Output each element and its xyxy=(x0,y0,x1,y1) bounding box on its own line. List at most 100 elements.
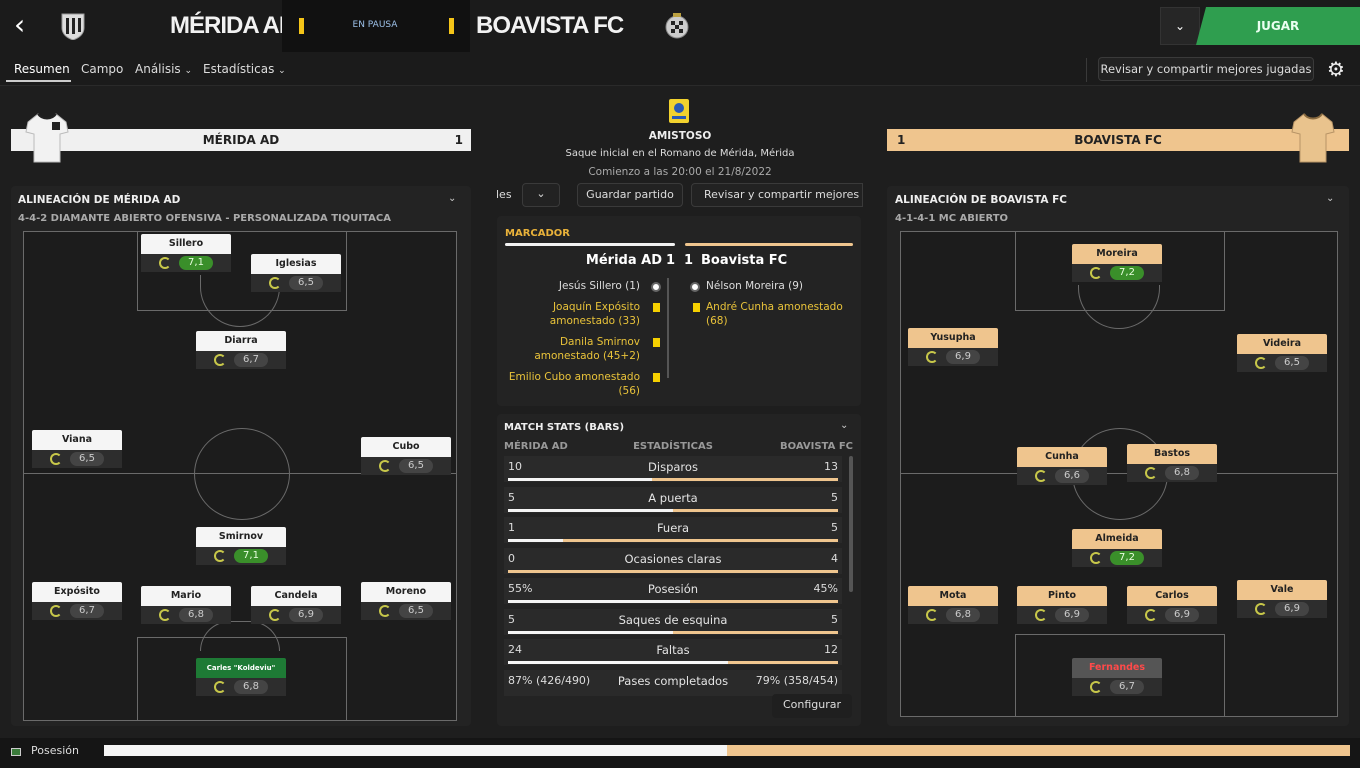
player-name: Pinto xyxy=(1017,586,1107,606)
player-card[interactable]: Fernandes 6,7 xyxy=(1072,658,1162,698)
player-card[interactable]: Mota 6,8 xyxy=(908,586,998,626)
stat-home-value: 0 xyxy=(508,551,515,565)
player-card[interactable]: Moreno 6,5 xyxy=(361,582,451,622)
gear-icon[interactable]: ⚙ xyxy=(1322,56,1350,82)
player-card[interactable]: Candela 6,9 xyxy=(251,586,341,626)
toolbar-truncated-label[interactable]: les xyxy=(496,188,512,201)
rating-value: 6,9 xyxy=(289,608,323,622)
stat-label: A puerta xyxy=(648,490,698,505)
stat-row: Faltas 24 12 xyxy=(504,639,842,665)
rating-value: 6,9 xyxy=(946,350,980,364)
home-event-goal: Jesús Sillero (1) xyxy=(558,280,640,292)
form-ring-icon xyxy=(926,351,938,363)
stat-row: Pases completados 87% (426/490) 79% (358/4… xyxy=(504,669,842,696)
rating-value: 7,1 xyxy=(179,256,213,270)
possession-icon xyxy=(11,748,21,756)
home-shirt-icon xyxy=(25,113,69,163)
player-card[interactable]: Cubo 6,5 xyxy=(361,437,451,477)
stats-scrollbar[interactable] xyxy=(849,456,853,592)
jugar-options-dropdown[interactable]: ⌄ xyxy=(1160,7,1200,45)
venue-text: Saque inicial en el Romano de Mérida, Mé… xyxy=(565,148,795,159)
rating-value: 6,6 xyxy=(1055,469,1089,483)
stat-home-bar xyxy=(508,539,564,542)
player-card[interactable]: Expósito 6,7 xyxy=(32,582,122,622)
player-card[interactable]: Moreira 7,2 xyxy=(1072,244,1162,284)
player-rating: 6,8 xyxy=(141,606,231,624)
player-card[interactable]: Sillero 7,1 xyxy=(141,234,231,274)
footer-home-bar xyxy=(104,745,727,756)
share-highlights-button[interactable]: Revisar y compartir mejores jugadas xyxy=(1098,57,1314,81)
rating-value: 6,9 xyxy=(1165,608,1199,622)
match-stats-title: MATCH STATS (BARS) xyxy=(504,422,625,433)
away-color-strip xyxy=(685,243,853,246)
player-card[interactable]: Smirnov 7,1 xyxy=(196,527,286,567)
away-formation: 4-1-4-1 MC ABIERTO xyxy=(895,213,1009,224)
stat-away-value: 4 xyxy=(831,551,838,565)
rating-value: 6,5 xyxy=(70,452,104,466)
stat-label: Saques de esquina xyxy=(618,612,728,627)
tab-resumen[interactable]: Resumen xyxy=(14,62,70,76)
stat-home-bar xyxy=(508,478,652,481)
tab-campo[interactable]: Campo xyxy=(81,62,123,76)
player-rating: 6,7 xyxy=(196,351,286,369)
player-rating: 6,9 xyxy=(251,606,341,624)
collapse-chevron-icon[interactable]: ⌄ xyxy=(840,420,848,431)
footer-away-bar xyxy=(727,745,1350,756)
boavista-crest-icon xyxy=(665,13,689,39)
score-home-name: Mérida AD xyxy=(585,253,662,268)
player-name: Diarra xyxy=(196,331,286,351)
player-name: Smirnov xyxy=(196,527,286,547)
player-name: Expósito xyxy=(32,582,122,602)
player-name: Vale xyxy=(1237,580,1327,600)
back-button[interactable]: ‹ xyxy=(14,11,40,40)
save-match-button[interactable]: Guardar partido xyxy=(577,183,683,207)
yellow-card-icon xyxy=(653,338,660,347)
player-card[interactable]: Pinto 6,9 xyxy=(1017,586,1107,626)
player-name: Moreno xyxy=(361,582,451,602)
player-card[interactable]: Diarra 6,7 xyxy=(196,331,286,371)
home-formation: 4-4-2 DIAMANTE ABIERTO OFENSIVA - PERSON… xyxy=(18,213,391,224)
form-ring-icon xyxy=(50,605,62,617)
player-card[interactable]: Iglesias 6,5 xyxy=(251,254,341,294)
player-card[interactable]: Vale 6,9 xyxy=(1237,580,1327,620)
events-divider xyxy=(667,278,669,378)
player-card[interactable]: Viana 6,5 xyxy=(32,430,122,470)
collapse-chevron-icon[interactable]: ⌄ xyxy=(448,193,456,204)
player-rating: 6,8 xyxy=(908,606,998,624)
stat-home-value: 55% xyxy=(508,582,533,595)
player-rating: 6,9 xyxy=(1017,606,1107,624)
player-card[interactable]: Yusupha 6,9 xyxy=(908,328,998,368)
form-ring-icon xyxy=(1090,552,1102,564)
stat-away-bar xyxy=(651,478,838,481)
active-tab-underline xyxy=(6,80,71,82)
stat-home-bar xyxy=(508,600,690,603)
player-name: Videira xyxy=(1237,334,1327,354)
player-card[interactable]: Almeida 7,2 xyxy=(1072,529,1162,569)
player-card[interactable]: Videira 6,5 xyxy=(1237,334,1327,374)
play-button[interactable]: JUGAR xyxy=(1196,7,1360,45)
rating-value: 6,5 xyxy=(289,276,323,290)
stat-away-bar xyxy=(563,539,838,542)
player-card[interactable]: Carlos 6,9 xyxy=(1127,586,1217,626)
tab-estadisticas[interactable]: Estadísticas ⌄ xyxy=(203,62,286,76)
share-highlights-center-button[interactable]: Revisar y compartir mejores ju xyxy=(691,183,863,207)
match-status: EN PAUSA xyxy=(352,20,398,30)
player-rating: 6,5 xyxy=(361,457,451,475)
tab-analisis[interactable]: Análisis ⌄ xyxy=(135,62,192,76)
form-ring-icon xyxy=(1145,609,1157,621)
player-name: Candela xyxy=(251,586,341,606)
yellow-card-icon xyxy=(653,373,660,382)
player-rating: 7,1 xyxy=(196,547,286,565)
player-card[interactable]: Bastos 6,8 xyxy=(1127,444,1217,484)
form-ring-icon xyxy=(159,257,171,269)
player-card[interactable]: Cunha 6,6 xyxy=(1017,447,1107,487)
player-card[interactable]: Carles "Koldeviu" Santaló6,8 xyxy=(196,658,286,698)
rating-value: 6,5 xyxy=(399,604,433,618)
stat-home-value: 5 xyxy=(508,490,515,504)
away-score-pip xyxy=(449,18,454,34)
chevron-down-icon[interactable]: ⌄ xyxy=(522,183,560,207)
collapse-chevron-icon[interactable]: ⌄ xyxy=(1326,193,1334,204)
score-away-name: Boavista FC xyxy=(701,253,788,268)
configure-button[interactable]: Configurar xyxy=(772,694,852,718)
player-card[interactable]: Mario 6,8 xyxy=(141,586,231,626)
